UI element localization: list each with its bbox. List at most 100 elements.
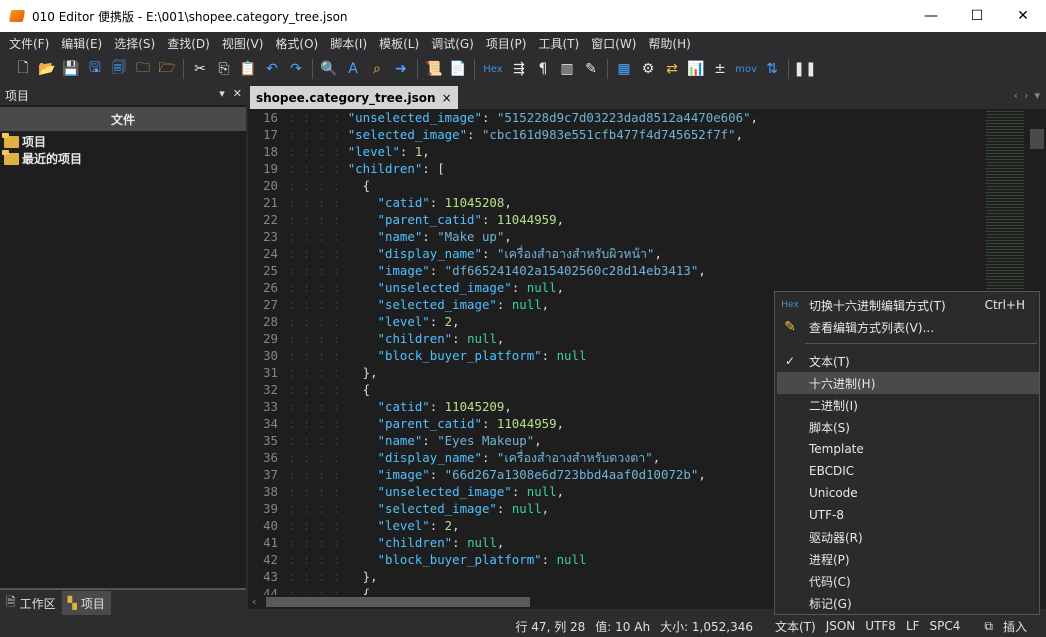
find-in-files-icon[interactable]: ⌕ <box>366 58 388 80</box>
menu-item[interactable]: EBCDIC <box>777 460 1039 482</box>
menu-item[interactable]: 进程(P) <box>777 548 1039 570</box>
menu-file[interactable]: 文件(F) <box>3 35 55 52</box>
goto-icon[interactable]: ➜ <box>390 58 412 80</box>
code-line: : : : : "name": "Make up", <box>288 228 976 245</box>
code-line: : : : : "image": "df665241402a15402560c2… <box>288 262 976 279</box>
menu-tools[interactable]: 工具(T) <box>532 35 585 52</box>
title-bar: 010 Editor 便携版 - E:\001\shopee.category_… <box>0 0 1046 32</box>
run-template-icon[interactable]: 📄 <box>447 58 469 80</box>
menu-project[interactable]: 项目(P) <box>480 35 533 52</box>
pencil-icon: ✎ <box>784 319 796 335</box>
status-tab[interactable]: SPC4 <box>925 619 966 633</box>
open-folder-icon[interactable]: 🗀 <box>132 58 154 80</box>
panel-menu-icon[interactable]: ▾ <box>219 87 225 100</box>
menu-item[interactable]: Template <box>777 438 1039 460</box>
menu-edit[interactable]: 编辑(E) <box>55 35 108 52</box>
cut-icon[interactable]: ✂ <box>189 58 211 80</box>
toolbar-separator <box>607 59 608 79</box>
code-token: : <box>496 297 512 312</box>
menu-item[interactable]: Unicode <box>777 482 1039 504</box>
inspector-icon[interactable]: ⚙ <box>637 58 659 80</box>
save-as-icon[interactable]: 🖫 <box>84 58 106 80</box>
save-all-icon[interactable]: 🗐 <box>108 58 130 80</box>
tree-item-recent-projects[interactable]: 最近的项目 <box>0 149 246 167</box>
menu-item[interactable]: 脚本(S) <box>777 416 1039 438</box>
compare-icon[interactable]: ⇄ <box>661 58 683 80</box>
menu-select[interactable]: 选择(S) <box>108 35 161 52</box>
paste-icon[interactable]: 📋 <box>237 58 259 80</box>
open-file-icon[interactable]: 📂 <box>36 58 58 80</box>
new-file-icon[interactable]: 🗋 <box>12 58 34 80</box>
menu-item[interactable]: ✎ 查看编辑方式列表(V)... <box>777 316 1039 338</box>
menu-item[interactable]: 代码(C) <box>777 570 1039 592</box>
tab-close-icon[interactable]: × <box>442 91 452 105</box>
tab-list-icon[interactable]: ▾ <box>1034 89 1040 102</box>
code-token: , <box>422 144 430 159</box>
status-edit-mode[interactable]: 文本(T) <box>770 618 821 635</box>
menu-format[interactable]: 格式(O) <box>269 35 324 52</box>
tab-scroll-left-icon[interactable]: ‹ <box>1014 89 1018 102</box>
status-lock-icon[interactable]: ⧉ <box>979 619 998 634</box>
menu-item[interactable]: Hex 切换十六进制编辑方式(T) Ctrl+H <box>777 294 1039 316</box>
project-panel: 项目 ▾ ✕ 文件 项目 最近的项目 <box>0 85 246 615</box>
line-number: 23 <box>263 229 278 244</box>
menu-item[interactable]: 标记(G) <box>777 592 1039 614</box>
menu-item[interactable]: 驱动器(R) <box>777 526 1039 548</box>
menu-search[interactable]: 查找(D) <box>161 35 216 52</box>
column-mode-icon[interactable]: ⇶ <box>508 58 530 80</box>
tab-project[interactable]: ▚ 项目 <box>61 591 111 615</box>
checksum-icon[interactable]: ± <box>709 58 731 80</box>
menu-templates[interactable]: 模板(L) <box>373 35 425 52</box>
menu-item[interactable]: 十六进制(H) <box>777 372 1039 394</box>
tab-workspace[interactable]: 🗎 工作区 <box>0 591 62 615</box>
menu-window[interactable]: 窗口(W) <box>585 35 642 52</box>
files-header: 文件 <box>0 107 246 131</box>
menu-item[interactable]: UTF-8 <box>777 504 1039 526</box>
horizontal-scrollbar-thumb[interactable] <box>266 597 530 607</box>
code-token: { <box>362 382 371 397</box>
status-format[interactable]: JSON <box>821 619 861 633</box>
panel-close-icon[interactable]: ✕ <box>233 87 242 100</box>
menu-item[interactable]: 二进制(I) <box>777 394 1039 416</box>
tab-scroll-right-icon[interactable]: › <box>1024 89 1028 102</box>
redo-icon[interactable]: ↷ <box>285 58 307 80</box>
run-script-icon[interactable]: 📜 <box>423 58 445 80</box>
indent-guide: : : : : <box>288 195 378 210</box>
find-icon[interactable]: 🔍 <box>318 58 340 80</box>
save-icon[interactable]: 💾 <box>60 58 82 80</box>
histogram-icon[interactable]: 📊 <box>685 58 707 80</box>
mov-icon[interactable]: mov <box>733 58 759 80</box>
calculator-icon[interactable]: ▦ <box>613 58 635 80</box>
open-project-icon[interactable]: 🗁 <box>156 58 178 80</box>
minimize-button[interactable]: — <box>908 0 954 32</box>
show-whitespace-icon[interactable]: ¶ <box>532 58 554 80</box>
menu-help[interactable]: 帮助(H) <box>642 35 696 52</box>
status-encoding[interactable]: UTF8 <box>860 619 901 633</box>
tree-item-projects[interactable]: 项目 <box>0 132 246 150</box>
status-eol[interactable]: LF <box>901 619 925 633</box>
scroll-left-icon[interactable]: ‹ <box>252 595 256 608</box>
menu-scripts[interactable]: 脚本(I) <box>324 35 373 52</box>
menu-item[interactable]: ✓ 文本(T) <box>777 350 1039 372</box>
base-converter-icon[interactable]: ⇅ <box>761 58 783 80</box>
stop-icon[interactable]: ❚❚ <box>793 58 816 80</box>
code-token: : <box>452 331 468 346</box>
undo-icon[interactable]: ↶ <box>261 58 283 80</box>
editor-tab-label: shopee.category_tree.json <box>256 90 436 105</box>
indent-guide: : : : : <box>288 314 378 329</box>
status-insert[interactable]: 插入 <box>998 618 1032 635</box>
replace-icon[interactable]: A <box>342 58 364 80</box>
menu-view[interactable]: 视图(V) <box>216 35 270 52</box>
indent-guide: : : : : <box>288 518 378 533</box>
menu-debug[interactable]: 调试(G) <box>425 35 480 52</box>
toolbar-separator <box>312 59 313 79</box>
close-button[interactable]: ✕ <box>1000 0 1046 32</box>
hex-toggle-icon[interactable]: Hex <box>480 58 506 80</box>
vertical-scrollbar-thumb[interactable] <box>1030 129 1044 149</box>
editor-tab-file[interactable]: shopee.category_tree.json × <box>250 86 458 109</box>
editor-tab-bar: shopee.category_tree.json × ‹ › ▾ <box>248 85 1046 109</box>
highlight-icon[interactable]: ✎ <box>580 58 602 80</box>
copy-icon[interactable]: ⎘ <box>213 58 235 80</box>
maximize-button[interactable]: ☐ <box>954 0 1000 32</box>
word-wrap-icon[interactable]: ▥ <box>556 58 578 80</box>
